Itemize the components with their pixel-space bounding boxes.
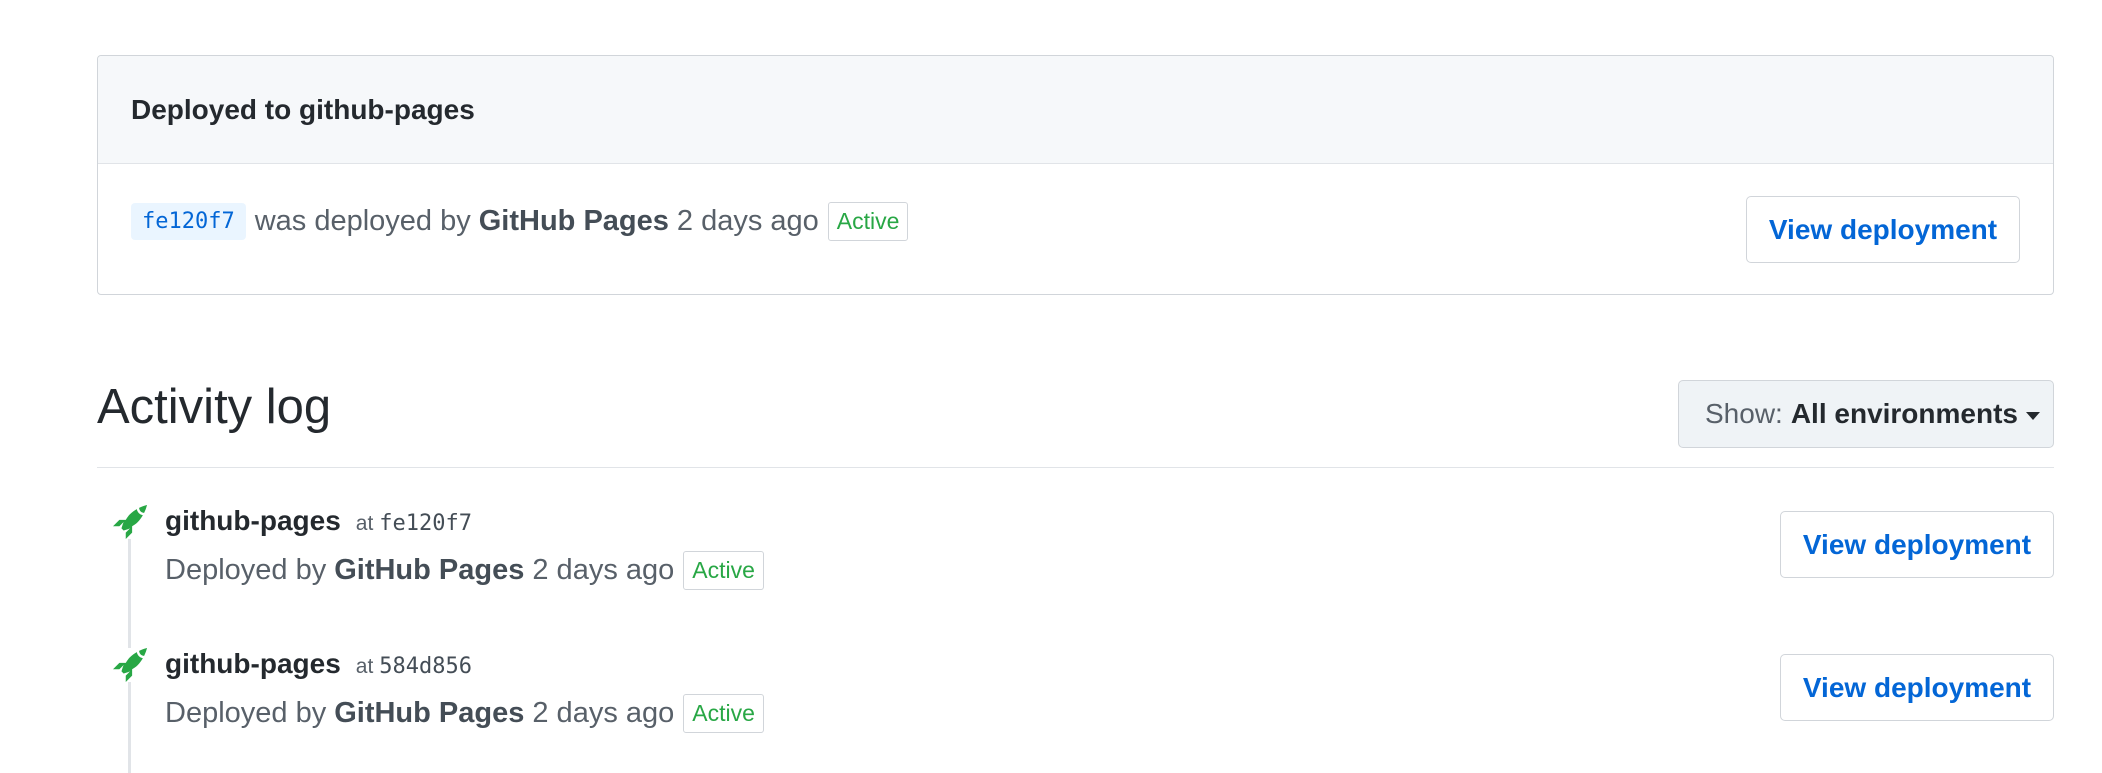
rocket-icon <box>113 648 147 682</box>
deployer-name: GitHub Pages <box>334 554 525 586</box>
caret-down-icon <box>2026 411 2040 420</box>
environment-filter-value: All environments <box>1790 398 2018 429</box>
activity-log-divider <box>97 467 2054 468</box>
view-deployment-button[interactable]: View deployment <box>1746 196 2020 263</box>
environment-filter-dropdown[interactable]: Show: All environments <box>1678 380 2054 448</box>
environment-name-link[interactable]: github-pages <box>165 648 341 680</box>
activity-item-title: github-pages at fe120f7 <box>165 505 472 537</box>
at-label: at <box>355 512 374 535</box>
at-label: at <box>355 655 374 678</box>
activity-item-title: github-pages at 584d856 <box>165 648 472 680</box>
commit-sha-link[interactable]: fe120f7 <box>131 203 246 240</box>
rocket-icon <box>113 505 147 539</box>
deployed-by-text: Deployed by <box>165 697 327 729</box>
activity-item: github-pages at 584d856 Deployed by GitH… <box>97 648 2054 768</box>
activity-log-title: Activity log <box>97 380 332 434</box>
deployment-card-title: Deployed to github-pages <box>131 93 475 125</box>
deployed-by-text: was deployed by <box>254 205 471 237</box>
deployment-time: 2 days ago <box>676 205 819 237</box>
deployment-time: 2 days ago <box>532 554 675 586</box>
environment-filter-label: Show: <box>1705 398 1783 429</box>
deployer-name: GitHub Pages <box>334 697 525 729</box>
view-deployment-button[interactable]: View deployment <box>1780 511 2054 578</box>
status-badge: Active <box>683 551 764 590</box>
deployment-summary: fe120f7 was deployed by GitHub Pages 2 d… <box>131 202 909 241</box>
deployment-card-body: fe120f7 was deployed by GitHub Pages 2 d… <box>98 164 2053 294</box>
view-deployment-button[interactable]: View deployment <box>1780 654 2054 721</box>
activity-item-summary: Deployed by GitHub Pages 2 days ago Acti… <box>165 551 764 590</box>
commit-sha-link[interactable]: 584d856 <box>379 654 472 679</box>
activity-item: github-pages at fe120f7 Deployed by GitH… <box>97 505 2054 625</box>
status-badge: Active <box>683 694 764 733</box>
deployment-card: Deployed to github-pages fe120f7 was dep… <box>97 55 2054 295</box>
commit-sha-link[interactable]: fe120f7 <box>379 511 472 536</box>
status-badge: Active <box>827 202 909 241</box>
deployment-time: 2 days ago <box>532 697 675 729</box>
deployer-name: GitHub Pages <box>478 205 669 237</box>
deployment-card-header: Deployed to github-pages <box>98 56 2053 164</box>
deployed-by-text: Deployed by <box>165 554 327 586</box>
activity-item-summary: Deployed by GitHub Pages 2 days ago Acti… <box>165 694 764 733</box>
environment-name-link[interactable]: github-pages <box>165 505 341 537</box>
